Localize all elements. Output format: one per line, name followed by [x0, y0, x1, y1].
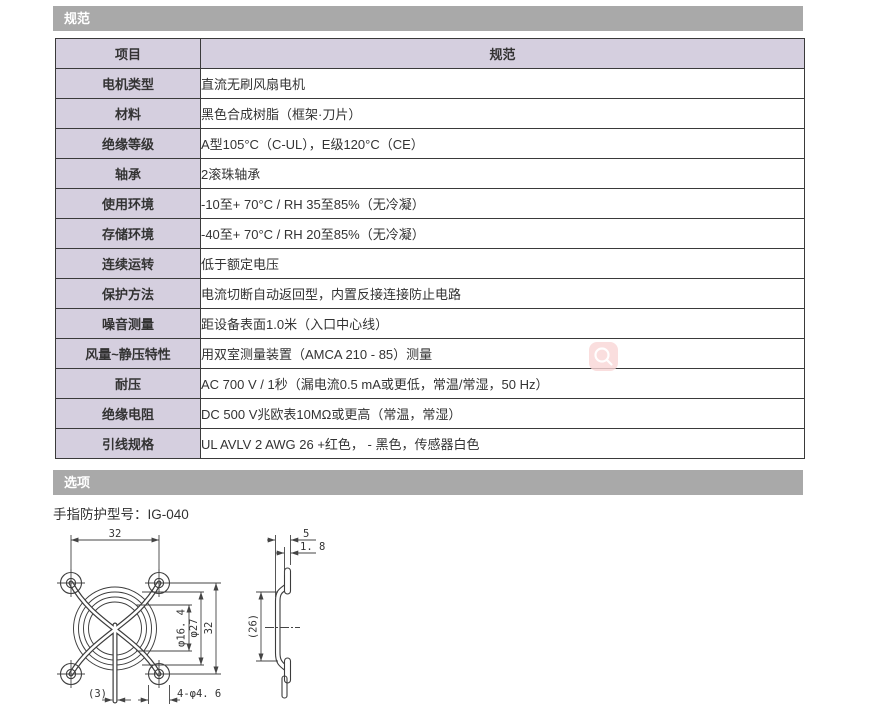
row-label: 绝缘等级 — [56, 129, 201, 159]
table-row: 材料 黑色合成树脂（框架·刀片） — [56, 99, 805, 129]
side-view-drawing: 5 1. 8 (26) — [248, 528, 326, 698]
table-row: 风量~静压特性 用双室测量装置（AMCA 210 - 85）测量 — [56, 339, 805, 369]
row-value: AC 700 V / 1秒（漏电流0.5 mA或更低，常温/常湿，50 Hz） — [201, 369, 805, 399]
row-value: -10至+ 70°C / RH 35至85%（无冷凝） — [201, 189, 805, 219]
row-label: 轴承 — [56, 159, 201, 189]
row-value: -40至+ 70°C / RH 20至85%（无冷凝） — [201, 219, 805, 249]
table-header-row: 项目 规范 — [56, 39, 805, 69]
row-label: 噪音测量 — [56, 309, 201, 339]
dim-label-mid-dia: φ27 — [188, 619, 200, 638]
table-row: 存储环境 -40至+ 70°C / RH 20至85%（无冷凝） — [56, 219, 805, 249]
finger-guard-drawing: 32 32 φ27 φ16. 4 (3) 4-φ4. 6 — [46, 527, 406, 713]
table-row: 连续运转 低于额定电压 — [56, 249, 805, 279]
dim-label-wire: (3) — [88, 688, 107, 700]
table-row: 轴承 2滚珠轴承 — [56, 159, 805, 189]
finger-guard-model-note: 手指防护型号：IG-040 — [53, 503, 189, 523]
table-row: 引线规格 UL AVLV 2 AWG 26 +红色， - 黑色，传感器白色 — [56, 429, 805, 459]
row-value: 2滚珠轴承 — [201, 159, 805, 189]
row-value: UL AVLV 2 AWG 26 +红色， - 黑色，传感器白色 — [201, 429, 805, 459]
row-value: 距设备表面1.0米（入口中心线） — [201, 309, 805, 339]
dim-label-span: (26) — [248, 614, 260, 639]
zoom-image-button[interactable] — [589, 342, 618, 371]
row-label: 引线规格 — [56, 429, 201, 459]
table-row: 绝缘电阻 DC 500 V兆欧表10MΩ或更高（常温，常湿） — [56, 399, 805, 429]
dim-label-depth: 5 — [303, 528, 309, 540]
row-value: A型105°C（C-UL），E级120°C（CE） — [201, 129, 805, 159]
front-view-drawing: 32 32 φ27 φ16. 4 (3) 4-φ4. 6 — [57, 528, 221, 704]
row-label: 材料 — [56, 99, 201, 129]
section-title: 规范 — [64, 11, 90, 26]
dim-label-holes: 4-φ4. 6 — [177, 688, 221, 700]
table-row: 耐压 AC 700 V / 1秒（漏电流0.5 mA或更低，常温/常湿，50 H… — [56, 369, 805, 399]
table-row: 保护方法 电流切断自动返回型，内置反接连接防止电路 — [56, 279, 805, 309]
section-title: 选项 — [64, 475, 90, 490]
dim-label-thickness: 1. 8 — [300, 541, 325, 553]
row-value: 用双室测量装置（AMCA 210 - 85）测量 — [201, 339, 805, 369]
row-value: 黑色合成树脂（框架·刀片） — [201, 99, 805, 129]
table-row: 电机类型 直流无刷风扇电机 — [56, 69, 805, 99]
section-header-option: 选项 — [53, 470, 803, 495]
product-spec-page: 规范 项目 规范 电机类型 直流无刷风扇电机 材料 黑色合成树脂（框架·刀片） … — [0, 0, 881, 713]
table-row: 使用环境 -10至+ 70°C / RH 35至85%（无冷凝） — [56, 189, 805, 219]
row-label: 风量~静压特性 — [56, 339, 201, 369]
row-label: 电机类型 — [56, 69, 201, 99]
spec-table: 项目 规范 电机类型 直流无刷风扇电机 材料 黑色合成树脂（框架·刀片） 绝缘等… — [55, 38, 805, 459]
row-label: 连续运转 — [56, 249, 201, 279]
section-header-spec: 规范 — [53, 6, 803, 31]
row-label: 存储环境 — [56, 219, 201, 249]
dim-label-width: 32 — [109, 528, 122, 540]
row-label: 使用环境 — [56, 189, 201, 219]
row-label: 保护方法 — [56, 279, 201, 309]
row-value: 直流无刷风扇电机 — [201, 69, 805, 99]
table-row: 噪音测量 距设备表面1.0米（入口中心线） — [56, 309, 805, 339]
dim-label-height: 32 — [203, 622, 215, 635]
row-value: 电流切断自动返回型，内置反接连接防止电路 — [201, 279, 805, 309]
row-value: DC 500 V兆欧表10MΩ或更高（常温，常湿） — [201, 399, 805, 429]
row-value: 低于额定电压 — [201, 249, 805, 279]
row-label: 耐压 — [56, 369, 201, 399]
col-header-item: 项目 — [56, 39, 201, 69]
col-header-spec: 规范 — [201, 39, 805, 69]
magnifier-icon — [589, 342, 618, 371]
table-row: 绝缘等级 A型105°C（C-UL），E级120°C（CE） — [56, 129, 805, 159]
dim-label-inner-dia: φ16. 4 — [176, 609, 188, 647]
row-label: 绝缘电阻 — [56, 399, 201, 429]
